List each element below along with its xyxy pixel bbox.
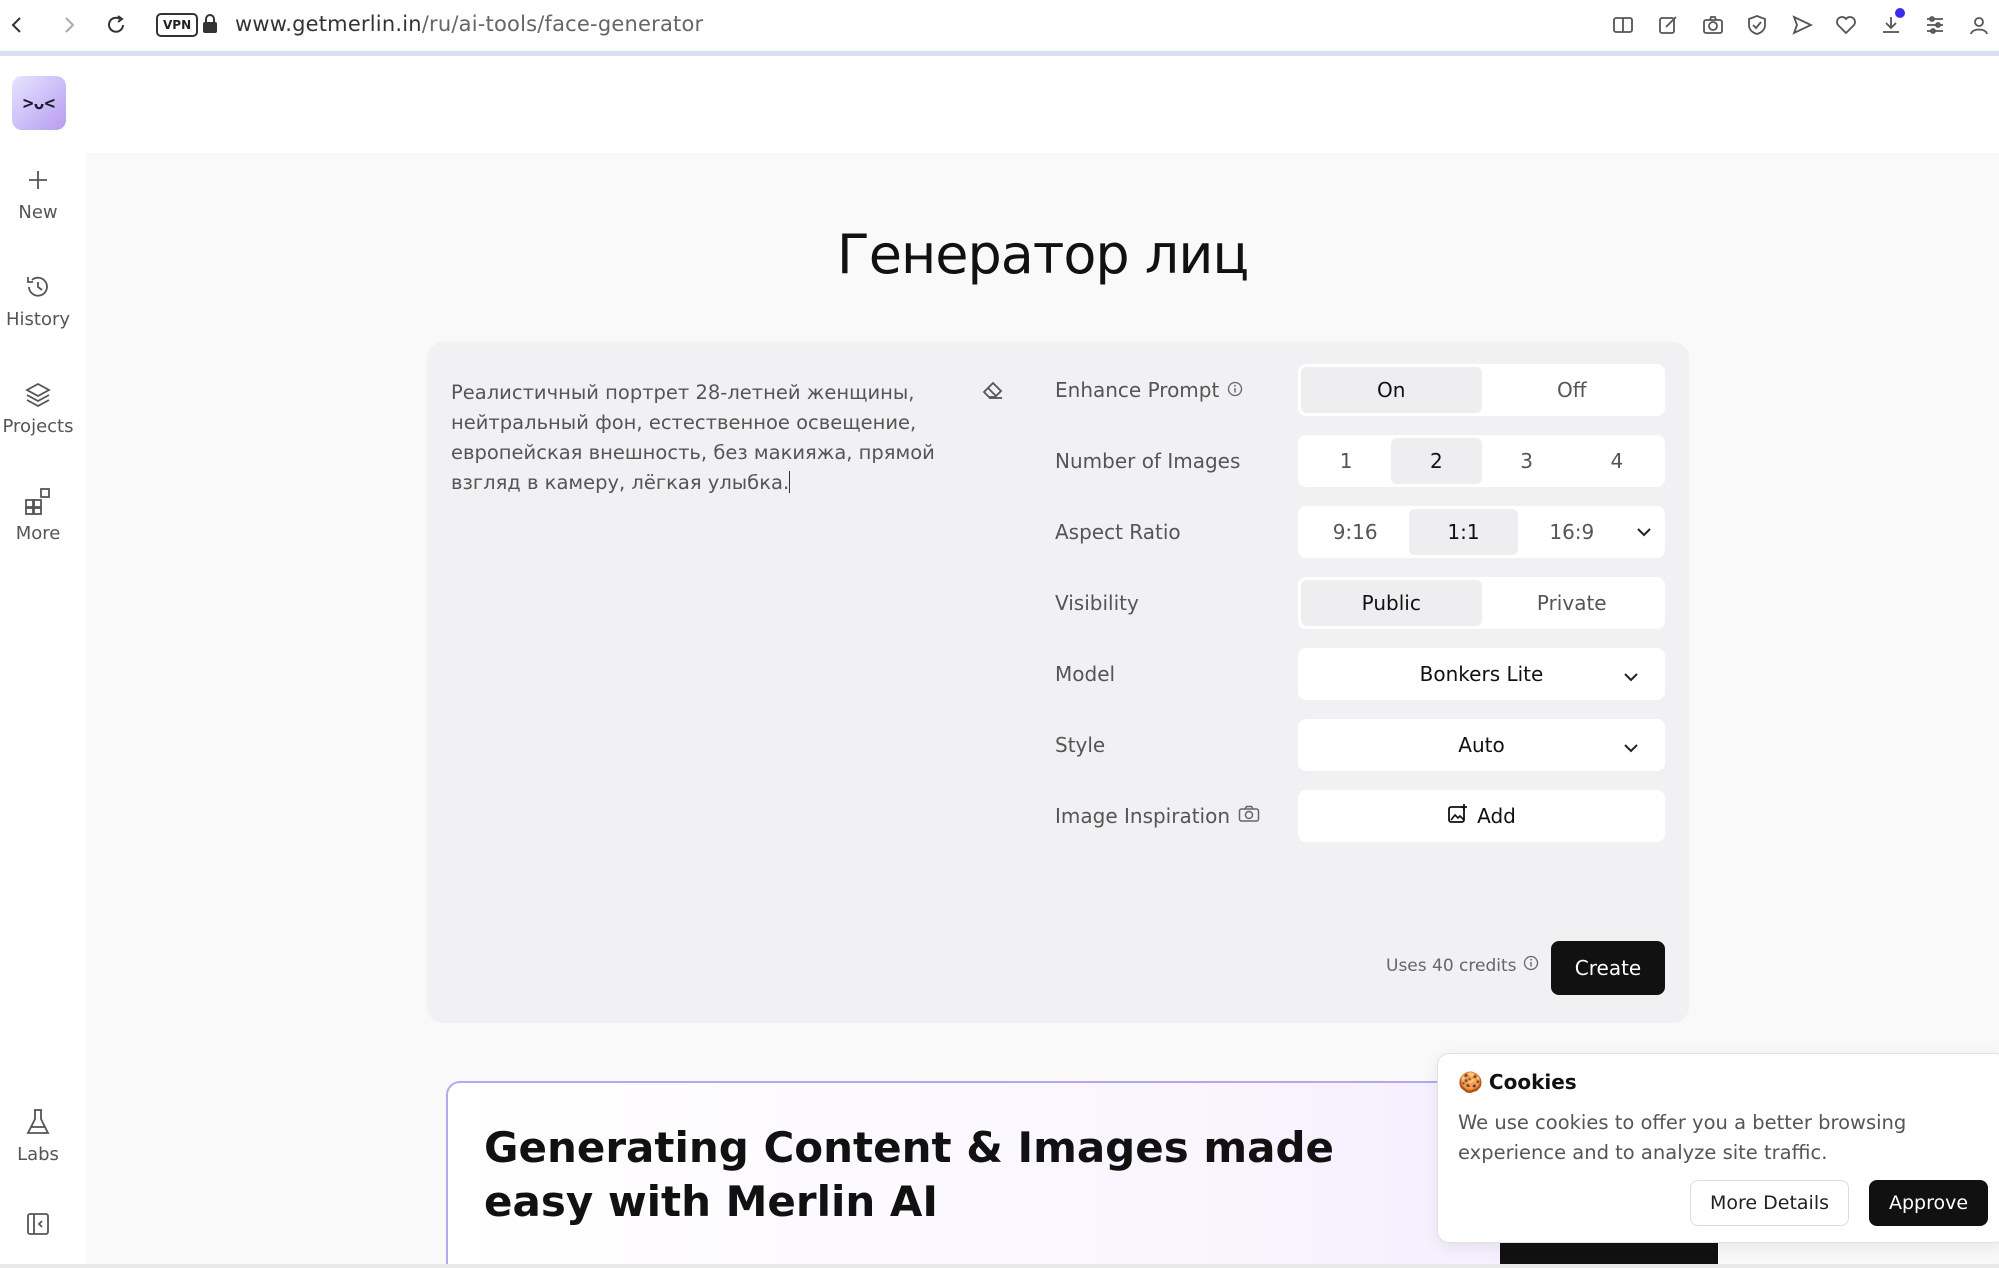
send-icon[interactable] (1789, 12, 1815, 38)
enhance-on-option[interactable]: On (1301, 367, 1482, 413)
page-title: Генератор лиц (836, 223, 1249, 286)
credits-info: Uses 40 credits (1386, 955, 1539, 976)
number-of-images-label: Number of Images (1055, 449, 1241, 473)
heart-icon[interactable] (1833, 12, 1859, 38)
number-of-images-row: Number of Images 1 2 3 4 (1055, 435, 1665, 487)
cookie-title-text: Cookies (1488, 1070, 1577, 1094)
enhance-prompt-label-text: Enhance Prompt (1055, 378, 1220, 402)
images-option-1[interactable]: 1 (1301, 438, 1391, 484)
url-path: /ru/ai-tools/face-generator (421, 12, 704, 36)
collapse-sidebar-icon[interactable] (0, 1206, 76, 1242)
camera-icon (1238, 804, 1260, 828)
number-of-images-selector: 1 2 3 4 (1298, 435, 1665, 487)
plus-icon (0, 162, 76, 198)
aspect-option-9-16[interactable]: 9:16 (1301, 509, 1409, 555)
image-inspiration-label-text: Image Inspiration (1055, 804, 1231, 828)
back-icon[interactable] (4, 12, 30, 38)
style-row: Style Auto (1055, 719, 1665, 771)
aspect-option-16-9[interactable]: 16:9 (1518, 509, 1626, 555)
aspect-ratio-label: Aspect Ratio (1055, 520, 1181, 544)
text-caret (789, 471, 791, 493)
sidebar-item-more[interactable]: More (0, 483, 76, 544)
info-icon[interactable] (1523, 955, 1539, 976)
url-host: www.getmerlin.in (235, 12, 422, 36)
browser-toolbar: VPN www.getmerlin.in/ru/ai-tools/face-ge… (0, 0, 1999, 56)
sidebar-item-history[interactable]: History (0, 269, 76, 330)
generator-card: Реалистичный портрет 28-летней женщины, … (427, 342, 1689, 1023)
profile-icon[interactable] (1966, 12, 1992, 38)
cookie-title: 🍪 Cookies (1458, 1070, 1577, 1094)
images-option-2[interactable]: 2 (1391, 438, 1482, 484)
reader-icon[interactable] (1610, 12, 1636, 38)
model-label: Model (1055, 662, 1116, 686)
sidebar-item-label: Projects (2, 416, 74, 437)
enhance-prompt-label: Enhance Prompt (1055, 378, 1243, 402)
chevron-down-icon[interactable] (1626, 509, 1662, 555)
images-option-4[interactable]: 4 (1572, 438, 1662, 484)
more-details-button[interactable]: More Details (1690, 1180, 1849, 1226)
info-icon[interactable] (1227, 378, 1243, 402)
flask-icon (0, 1104, 76, 1140)
lock-icon (201, 13, 219, 39)
visibility-public-option[interactable]: Public (1301, 580, 1482, 626)
promo-title: Generating Content & Images made easy wi… (484, 1123, 1335, 1226)
eraser-icon[interactable] (981, 378, 1005, 404)
visibility-label: Visibility (1055, 591, 1139, 615)
download-badge-dot (1895, 8, 1905, 18)
window-bottom-edge (0, 1264, 1999, 1268)
shield-icon[interactable] (1744, 12, 1770, 38)
chevron-down-icon (1623, 734, 1639, 758)
visibility-private-option[interactable]: Private (1482, 580, 1663, 626)
sidebar-item-projects[interactable]: Projects (0, 376, 76, 437)
aspect-option-1-1[interactable]: 1:1 (1409, 509, 1518, 555)
create-button[interactable]: Create (1551, 941, 1665, 995)
sidebar-item-label: History (5, 309, 71, 330)
aspect-ratio-row: Aspect Ratio 9:16 1:1 16:9 (1055, 506, 1665, 558)
sidebar-item-label: New (18, 202, 58, 223)
model-dropdown[interactable]: Bonkers Lite (1298, 648, 1665, 700)
page-load-bar (0, 51, 1999, 56)
forward-icon[interactable] (56, 12, 82, 38)
visibility-toggle: Public Private (1298, 577, 1665, 629)
enhance-prompt-row: Enhance Prompt On Off (1055, 364, 1665, 416)
prompt-textarea[interactable]: Реалистичный портрет 28-летней женщины, … (451, 378, 951, 498)
approve-button[interactable]: Approve (1869, 1180, 1988, 1226)
style-value: Auto (1458, 733, 1505, 757)
credits-text: Uses 40 credits (1386, 955, 1517, 976)
cookie-banner: 🍪 Cookies We use cookies to offer you a b… (1437, 1053, 1999, 1243)
chevron-down-icon (1623, 663, 1639, 687)
add-inspiration-button[interactable]: Add (1298, 790, 1665, 842)
visibility-row: Visibility Public Private (1055, 577, 1665, 629)
vpn-badge[interactable]: VPN (156, 13, 199, 37)
sidebar-item-label: More (15, 523, 61, 544)
sidebar: >ᴗ< New History Projects More Labs (0, 56, 86, 1268)
image-inspiration-label: Image Inspiration (1055, 804, 1260, 828)
style-dropdown[interactable]: Auto (1298, 719, 1665, 771)
images-option-3[interactable]: 3 (1482, 438, 1572, 484)
prompt-text: Реалистичный портрет 28-летней женщины, … (451, 381, 935, 494)
add-button-label: Add (1477, 804, 1516, 828)
reload-icon[interactable] (103, 12, 129, 38)
model-value: Bonkers Lite (1419, 662, 1544, 686)
layers-icon (0, 376, 76, 412)
model-row: Model Bonkers Lite (1055, 648, 1665, 700)
merlin-logo[interactable]: >ᴗ< (12, 76, 66, 130)
aspect-ratio-selector: 9:16 1:1 16:9 (1298, 506, 1665, 558)
grid-icon (0, 483, 76, 519)
edit-icon[interactable] (1655, 12, 1681, 38)
enhance-off-option[interactable]: Off (1482, 367, 1663, 413)
cookie-message: We use cookies to offer you a better bro… (1458, 1111, 1907, 1164)
history-icon (0, 269, 76, 305)
add-image-icon (1447, 803, 1469, 830)
settings-sliders-icon[interactable] (1922, 12, 1948, 38)
sidebar-item-labs[interactable]: Labs (0, 1104, 76, 1165)
sidebar-item-new[interactable]: New (0, 162, 76, 223)
cookie-icon: 🍪 (1458, 1070, 1483, 1094)
image-inspiration-row: Image Inspiration Add (1055, 790, 1665, 842)
camera-icon[interactable] (1700, 12, 1726, 38)
sidebar-item-label: Labs (17, 1144, 59, 1165)
address-bar[interactable]: www.getmerlin.in/ru/ai-tools/face-genera… (235, 12, 703, 36)
style-label: Style (1055, 733, 1106, 757)
enhance-prompt-toggle: On Off (1298, 364, 1665, 416)
